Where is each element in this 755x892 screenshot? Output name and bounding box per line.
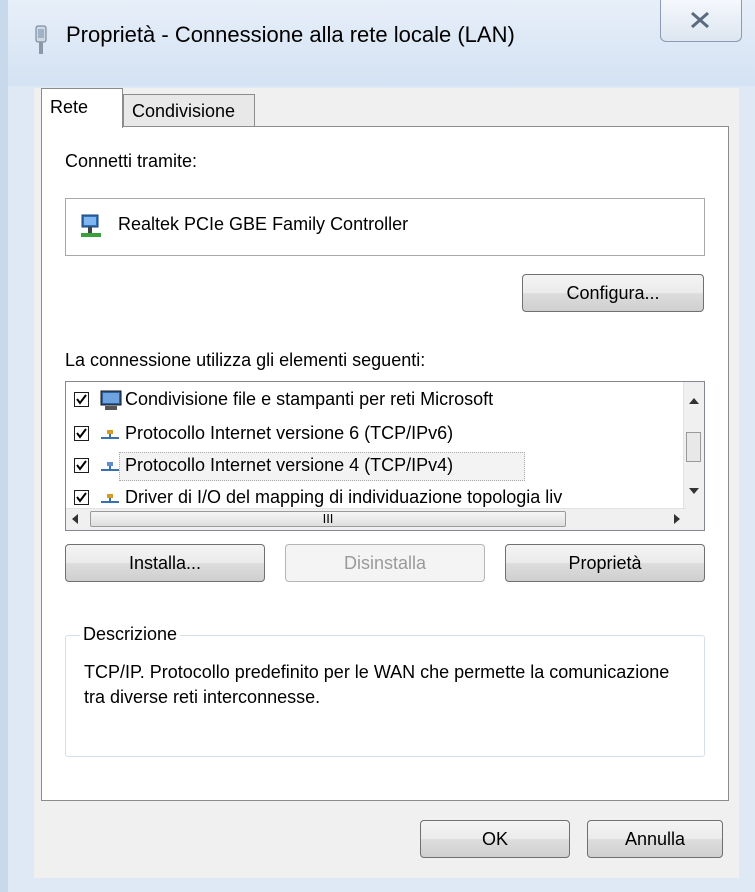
components-list[interactable]: Condivisione file e stampanti per reti M…: [65, 381, 705, 531]
list-item-selected[interactable]: Protocollo Internet versione 4 (TCP/IPv4…: [66, 452, 666, 482]
tab-panel-rete: Connetti tramite: Realtek PCIe GBE Famil…: [41, 126, 729, 801]
list-item-label: Protocollo Internet versione 6 (TCP/IPv6…: [125, 423, 454, 443]
horizontal-scroll-thumb[interactable]: III: [90, 511, 566, 527]
scroll-up-arrow-icon[interactable]: [689, 398, 699, 404]
tab-rete[interactable]: Rete: [41, 88, 123, 128]
list-item[interactable]: Protocollo Internet versione 6 (TCP/IPv6…: [66, 420, 666, 450]
checkbox[interactable]: [74, 490, 89, 505]
scroll-right-arrow-icon[interactable]: [674, 514, 680, 524]
checkmark-icon: [76, 492, 87, 503]
checkbox[interactable]: [74, 426, 89, 441]
dialog-client-area: Rete Condivisione Connetti tramite: Real…: [34, 88, 739, 878]
checkbox[interactable]: [74, 392, 89, 407]
checkbox[interactable]: [74, 458, 89, 473]
list-item-label: Driver di I/O del mapping di individuazi…: [125, 487, 563, 507]
scrollbar-corner: [684, 509, 704, 530]
adapter-box: Realtek PCIe GBE Family Controller: [65, 198, 705, 256]
scroll-grip-glyph: III: [322, 511, 334, 526]
vertical-scrollbar[interactable]: [683, 382, 704, 510]
computer-icon: [100, 390, 122, 410]
scroll-left-arrow-icon[interactable]: [72, 514, 78, 524]
uninstall-button[interactable]: Disinstalla: [285, 544, 485, 582]
list-item-label: Condivisione file e stampanti per reti M…: [125, 389, 494, 409]
cancel-button[interactable]: Annulla: [587, 820, 723, 858]
description-title: Descrizione: [80, 624, 181, 645]
description-text: TCP/IP. Protocollo predefinito per le WA…: [84, 662, 670, 707]
horizontal-scrollbar[interactable]: III: [66, 508, 686, 530]
configure-button[interactable]: Configura...: [522, 274, 704, 312]
close-button[interactable]: [660, 0, 742, 42]
close-icon: [691, 11, 709, 29]
adapter-name: Realtek PCIe GBE Family Controller: [118, 214, 409, 234]
install-button[interactable]: Installa...: [65, 544, 265, 582]
dialog-window: Proprietà - Connessione alla rete locale…: [0, 0, 755, 892]
checkmark-icon: [76, 428, 87, 439]
checkmark-icon: [76, 394, 87, 405]
network-protocol-icon: [101, 494, 119, 503]
ok-button[interactable]: OK: [420, 820, 570, 858]
components-label: La connessione utilizza gli elementi seg…: [65, 350, 426, 370]
network-card-icon: [81, 214, 101, 237]
connect-via-label: Connetti tramite:: [65, 151, 198, 171]
network-protocol-icon: [101, 462, 119, 471]
title-bar[interactable]: Proprietà - Connessione alla rete locale…: [8, 0, 755, 86]
list-item-label: Protocollo Internet versione 4 (TCP/IPv4…: [125, 455, 454, 475]
network-adapter-icon: [35, 25, 47, 54]
checkmark-icon: [76, 460, 87, 471]
scroll-down-arrow-icon[interactable]: [689, 488, 699, 494]
vertical-scroll-thumb[interactable]: [686, 432, 701, 462]
list-item[interactable]: Condivisione file e stampanti per reti M…: [66, 386, 666, 416]
window-title: Proprietà - Connessione alla rete locale…: [66, 22, 515, 47]
window-frame-left: [0, 0, 8, 892]
description-group: Descrizione TCP/IP. Protocollo predefini…: [65, 624, 705, 757]
network-protocol-icon: [101, 430, 119, 439]
tab-condivisione[interactable]: Condivisione: [123, 94, 255, 128]
properties-button[interactable]: Proprietà: [505, 544, 705, 582]
